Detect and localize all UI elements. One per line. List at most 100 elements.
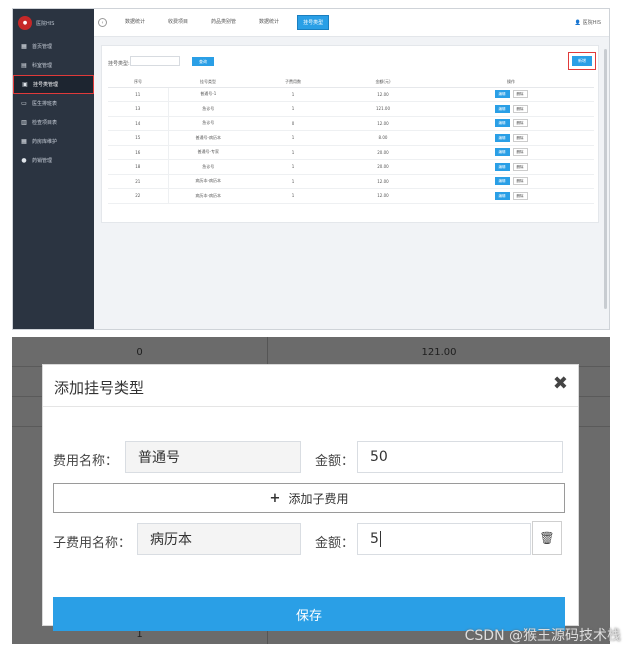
table-cell: 病历本-病历本 [167,174,248,189]
add-button[interactable]: 新增 [572,56,592,66]
add-child-fee-button[interactable]: + 添加子费用 [53,483,565,513]
search-label: 挂号类型: [108,61,130,67]
top-tab[interactable]: 数据统计 [254,15,284,30]
column-header: 子费用数 [248,78,338,88]
user-menu[interactable]: 👤 医院HIS [575,19,601,26]
edit-button[interactable]: 编辑 [494,191,510,200]
dialog-title: 添加挂号类型 [54,379,145,397]
delete-button[interactable]: 删除 [512,104,528,113]
table-cell: 1 [248,188,338,204]
table-row: 16 普通号-专家 1 20.00 编辑 删除 [108,145,594,160]
sidebar-item[interactable]: ● 药销管理 [13,151,94,170]
background-cell: 121.00 [421,346,457,358]
page-scrollbar[interactable] [604,49,607,309]
sidebar-item[interactable]: ▤ 科室管理 [13,56,94,75]
child-fee-name-label: 子费用名称： [53,536,132,551]
fee-name-input[interactable]: 普通号 [125,441,301,473]
table-cell: 20.00 [338,145,428,160]
sidebar-item[interactable]: ▭ 医生排班表 [13,94,94,113]
table-cell: 1 [248,174,338,189]
collapse-icon[interactable]: ‹ [98,18,107,27]
table-cell: 普通号-专家 [167,145,248,160]
close-icon[interactable]: ✖ [553,373,568,394]
column-header: 金额(元) [338,78,428,88]
sidebar-item[interactable]: ▦ 首页管理 [13,37,94,56]
column-header: 序号 [108,78,168,88]
edit-button[interactable]: 编辑 [494,177,510,186]
delete-button[interactable]: 删除 [512,148,528,157]
delete-button[interactable]: 删除 [512,177,528,186]
menu-icon: ▦ [21,138,27,145]
top-tab[interactable]: 挂号类型 [297,15,330,30]
child-amount-input[interactable]: 5 [357,523,531,555]
trash-icon: 🗑 [539,531,555,545]
table-cell: 16 [108,145,168,160]
edit-button[interactable]: 编辑 [494,90,510,99]
sidebar-menu: ▦ 首页管理 ▤ 科室管理 ▣ 挂号类管理 ▭ 医生排班表 ▥ 检查项目表 ▦ 药房库维护 ● 药销管理 [13,37,94,170]
table-cell: 1 [248,130,338,146]
edit-button[interactable]: 编辑 [494,162,510,171]
table-row: 18 急诊号 1 20.00 编辑 删除 [108,159,594,175]
table-cell: 13 [108,101,168,117]
search-button[interactable]: 查询 [192,57,214,66]
top-tab[interactable]: 数据统计 [120,15,150,30]
table-cell: 0 [248,116,338,131]
table-cell: 急诊号 [167,116,248,131]
table-row: 22 病历本-病历本 1 12.00 编辑 删除 [108,188,594,204]
table-cell: 病历本-病历本 [167,188,248,204]
search-input[interactable] [130,56,180,66]
sidebar-item[interactable]: ▥ 检查项目表 [13,113,94,132]
sidebar-item-label: 首页管理 [32,44,53,50]
table-row: 21 病历本-病历本 1 12.00 编辑 删除 [108,174,594,189]
edit-button[interactable]: 编辑 [494,104,510,113]
text-caret [379,531,381,547]
table-cell: 12.00 [338,174,428,189]
table-cell: 1 [248,145,338,160]
table-row: 13 急诊号 1 121.00 编辑 删除 [108,101,594,117]
delete-button[interactable]: 删除 [512,162,528,171]
sidebar: ● 医院HIS ▦ 首页管理 ▤ 科室管理 ▣ 挂号类管理 ▭ 医生排班表 ▥ 检查项目表 ▦ 药房库… [13,9,94,329]
table-body: 11 普通号-1 1 12.00 编辑 删除 13 急诊号 1 121.00 编辑 删除 14 急诊号 0 1… [108,87,594,204]
delete-button[interactable]: 删除 [512,119,528,128]
admin-screenshot: ● 医院HIS ▦ 首页管理 ▤ 科室管理 ▣ 挂号类管理 ▭ 医生排班表 ▥ 检查项目表 ▦ 药房库… [12,8,610,330]
delete-button[interactable]: 删除 [512,90,528,99]
sidebar-item-label: 药房库维护 [32,139,58,145]
content-panel: 挂号类型: 查询 新增 序号 挂号类型 子费用数 金额(元) 操作 11 普通号-1 1 12… [101,45,599,223]
child-amount-label: 金额： [315,536,355,551]
menu-icon: ▭ [21,100,27,107]
menu-icon: ▤ [21,62,27,69]
table-actions: 编辑 删除 [428,174,594,189]
table-cell: 1 [248,87,338,102]
delete-button[interactable]: 删除 [512,191,528,200]
table-actions: 编辑 删除 [428,130,594,146]
top-tab[interactable]: 收费项目 [163,15,193,30]
menu-icon: ▣ [22,81,28,88]
amount-input[interactable]: 50 [357,441,563,473]
logo-text: 医院HIS [36,20,55,27]
table-cell: 11 [108,87,168,102]
plus-icon: + [269,490,281,506]
edit-button[interactable]: 编辑 [494,148,510,157]
child-amount-value: 5 [370,531,379,547]
top-tab[interactable]: 药品类别管 [206,15,241,30]
sidebar-item-label: 医生排班表 [32,101,58,107]
delete-child-fee-button[interactable]: 🗑 [532,521,562,555]
table-cell: 15 [108,130,168,146]
edit-button[interactable]: 编辑 [494,133,510,142]
add-registration-type-dialog: 添加挂号类型 ✖ 费用名称： 普通号 金额： 50 + 添加子费用 子费用名称：… [42,364,579,631]
add-button-highlight: 新增 [568,52,596,70]
table-actions: 编辑 删除 [428,116,594,131]
table-actions: 编辑 删除 [428,159,594,175]
sidebar-item[interactable]: ▣ 挂号类管理 [13,75,94,94]
table-cell: 22 [108,188,168,204]
table-row: 14 急诊号 0 12.00 编辑 删除 [108,116,594,131]
sidebar-item[interactable]: ▦ 药房库维护 [13,132,94,151]
child-fee-name-input[interactable]: 病历本 [137,523,301,555]
table-row: 15 普通号-病历本 1 8.00 编辑 删除 [108,130,594,146]
menu-icon: ▥ [21,119,27,126]
top-tabs: 数据统计 收费项目 药品类别管 数据统计 挂号类型 [107,15,330,30]
edit-button[interactable]: 编辑 [494,119,510,128]
delete-button[interactable]: 删除 [512,133,528,142]
table-actions: 编辑 删除 [428,145,594,160]
add-child-fee-label: 添加子费用 [288,491,349,506]
